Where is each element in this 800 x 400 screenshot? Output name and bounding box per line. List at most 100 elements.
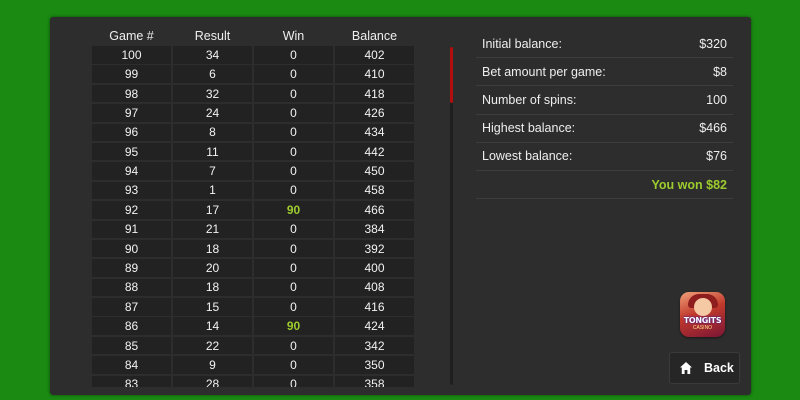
logo-wordmark: TONGITS xyxy=(683,316,722,325)
cell-balance: 342 xyxy=(335,336,414,355)
cell-win: 0 xyxy=(254,181,333,200)
stat-label: Highest balance: xyxy=(482,121,576,136)
cell-result: 34 xyxy=(173,46,252,64)
table-row: 84 9 0 350 xyxy=(92,356,418,374)
home-icon xyxy=(679,361,693,375)
back-button[interactable]: Back xyxy=(669,352,740,384)
cell-balance: 418 xyxy=(335,84,414,103)
cell-balance: 466 xyxy=(335,201,414,219)
scrollbar-thumb[interactable] xyxy=(450,47,453,103)
cell-balance: 350 xyxy=(335,356,414,374)
cell-balance: 426 xyxy=(335,104,414,122)
cell-game: 95 xyxy=(92,142,171,161)
tongits-casino-logo[interactable]: TONGITS CASINO xyxy=(680,292,725,337)
table-row: 99 6 0 410 xyxy=(92,65,418,83)
cell-balance: 402 xyxy=(335,46,414,64)
cell-game: 96 xyxy=(92,123,171,142)
cell-result: 17 xyxy=(173,201,252,219)
cell-win: 0 xyxy=(254,375,333,387)
cell-balance: 384 xyxy=(335,220,414,239)
stat-label: Bet amount per game: xyxy=(482,64,606,79)
cell-win: 0 xyxy=(254,104,333,122)
cell-result: 18 xyxy=(173,239,252,258)
cell-game: 97 xyxy=(92,104,171,122)
cell-result: 1 xyxy=(173,181,252,200)
cell-balance: 424 xyxy=(335,317,414,335)
stat-lowest-balance: Lowest balance: $76 xyxy=(476,143,733,171)
cell-game: 84 xyxy=(92,356,171,374)
cell-game: 93 xyxy=(92,181,171,200)
table-row: 92 17 90 466 xyxy=(92,201,418,219)
table-row: 97 24 0 426 xyxy=(92,104,418,122)
cell-win: 0 xyxy=(254,336,333,355)
cell-game: 98 xyxy=(92,84,171,103)
cell-win: 0 xyxy=(254,162,333,180)
result-text: You won $82 xyxy=(651,177,727,192)
cell-win: 0 xyxy=(254,142,333,161)
cell-win: 90 xyxy=(254,201,333,219)
cell-win: 0 xyxy=(254,65,333,83)
cell-win: 0 xyxy=(254,46,333,64)
cell-game: 91 xyxy=(92,220,171,239)
cell-game: 100 xyxy=(92,46,171,64)
cell-game: 99 xyxy=(92,65,171,83)
cell-win: 0 xyxy=(254,259,333,277)
header-game: Game # xyxy=(109,28,154,43)
cell-result: 11 xyxy=(173,142,252,161)
stat-value: 100 xyxy=(706,92,727,107)
cell-result: 24 xyxy=(173,104,252,122)
table-row: 95 11 0 442 xyxy=(92,142,418,161)
cell-result: 14 xyxy=(173,317,252,335)
stat-label: Number of spins: xyxy=(482,92,577,107)
stat-bet-amount: Bet amount per game: $8 xyxy=(476,58,733,87)
stat-label: Initial balance: xyxy=(482,36,562,51)
table-row: 87 15 0 416 xyxy=(92,298,418,316)
results-panel: Game # Result Win Balance 100 34 0 402 99 6 0 4… xyxy=(50,17,751,395)
cell-result: 22 xyxy=(173,336,252,355)
logo-face xyxy=(694,298,712,316)
cell-balance: 358 xyxy=(335,375,414,387)
header-balance: Balance xyxy=(351,28,398,43)
stat-value: $76 xyxy=(706,149,727,164)
table-row: 100 34 0 402 xyxy=(92,46,418,64)
cell-result: 6 xyxy=(173,65,252,83)
stat-value: $320 xyxy=(699,36,727,51)
cell-win: 0 xyxy=(254,278,333,297)
cell-game: 85 xyxy=(92,336,171,355)
cell-win: 0 xyxy=(254,239,333,258)
cell-result: 32 xyxy=(173,84,252,103)
cell-win: 0 xyxy=(254,123,333,142)
cell-balance: 410 xyxy=(335,65,414,83)
cell-balance: 408 xyxy=(335,278,414,297)
header-result: Result xyxy=(194,28,231,43)
cell-win: 0 xyxy=(254,84,333,103)
cell-game: 92 xyxy=(92,201,171,219)
logo-subtext: CASINO xyxy=(692,325,713,331)
stat-label: Lowest balance: xyxy=(482,149,573,164)
cell-game: 88 xyxy=(92,278,171,297)
table-row: 90 18 0 392 xyxy=(92,239,418,258)
back-button-label: Back xyxy=(704,361,734,375)
table-row: 89 20 0 400 xyxy=(92,259,418,277)
stat-number-of-spins: Number of spins: 100 xyxy=(476,86,733,115)
cell-result: 15 xyxy=(173,298,252,316)
cell-balance: 416 xyxy=(335,298,414,316)
cell-game: 87 xyxy=(92,298,171,316)
cell-result: 21 xyxy=(173,220,252,239)
table-row: 96 8 0 434 xyxy=(92,123,418,142)
stat-initial-balance: Initial balance: $320 xyxy=(476,30,733,59)
table-header: Game # Result Win Balance xyxy=(92,25,418,46)
cell-balance: 400 xyxy=(335,259,414,277)
table-row: 91 21 0 384 xyxy=(92,220,418,239)
table-row: 83 28 0 358 xyxy=(92,375,418,387)
cell-win: 0 xyxy=(254,298,333,316)
cell-result: 8 xyxy=(173,123,252,142)
table-scrollbar[interactable] xyxy=(450,47,453,385)
table-row: 98 32 0 418 xyxy=(92,84,418,103)
stat-value: $8 xyxy=(713,64,727,79)
results-table[interactable]: Game # Result Win Balance 100 34 0 402 99 6 0 4… xyxy=(92,25,418,387)
cell-result: 7 xyxy=(173,162,252,180)
table-row: 93 1 0 458 xyxy=(92,181,418,200)
cell-balance: 442 xyxy=(335,142,414,161)
cell-game: 90 xyxy=(92,239,171,258)
